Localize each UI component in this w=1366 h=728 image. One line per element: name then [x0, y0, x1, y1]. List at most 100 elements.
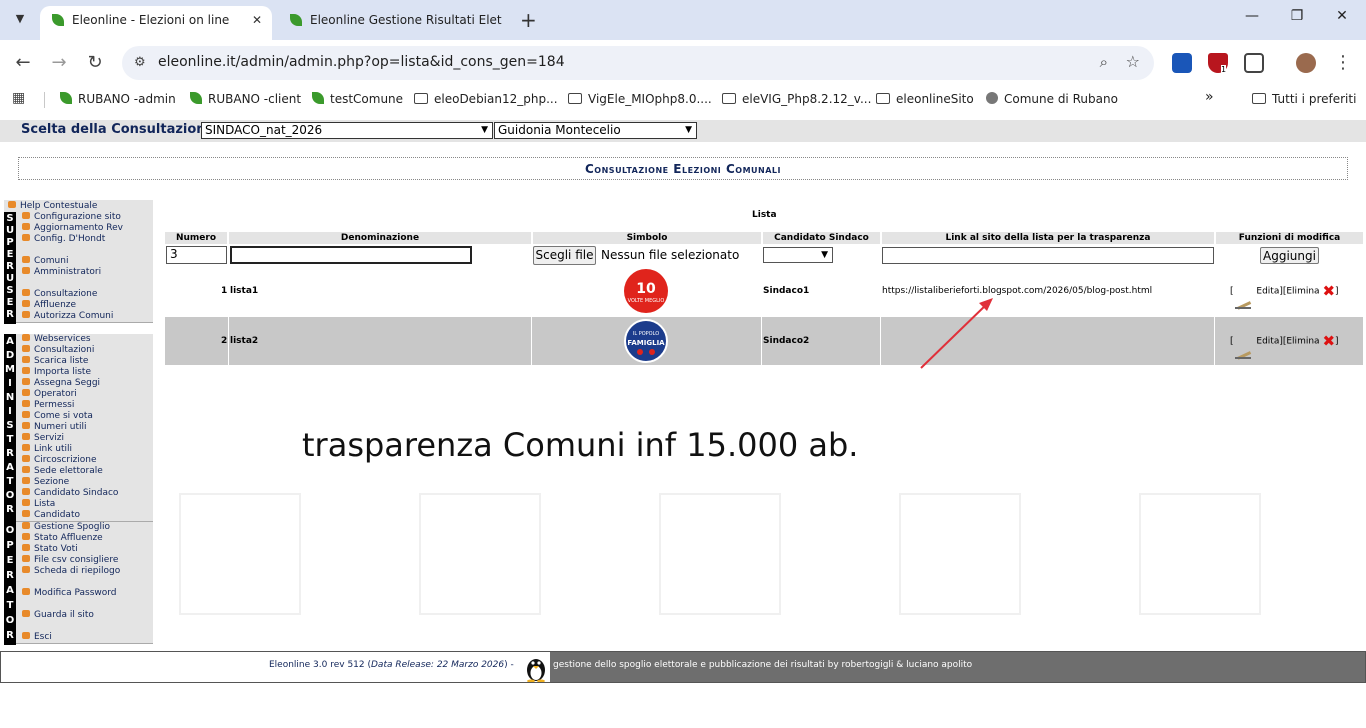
bookmark-item[interactable]: RUBANO -client: [190, 92, 301, 106]
minimize-icon[interactable]: —: [1240, 8, 1264, 24]
sidebar-item-file-csv-consigliere[interactable]: File csv consigliere: [16, 555, 153, 566]
menu-label: File csv consigliere: [34, 555, 119, 565]
zoom-icon[interactable]: ⌕: [1100, 53, 1108, 71]
edit-pencil-icon[interactable]: [1234, 284, 1254, 310]
sidebar-item-modifica-password[interactable]: Modifica Password: [16, 588, 153, 599]
sidebar-item-circoscrizione[interactable]: Circoscrizione: [16, 455, 153, 466]
sidebar-item-autorizza-comuni[interactable]: Autorizza Comuni: [16, 311, 153, 322]
bullet-icon: [22, 455, 30, 462]
sidebar-item-comuni[interactable]: Comuni: [16, 256, 153, 267]
delete-x-icon[interactable]: ✖: [1322, 267, 1335, 315]
bullet-icon: [22, 367, 30, 374]
sidebar-item-come-si-vota[interactable]: Come si vota: [16, 411, 153, 422]
sidebar-item-consultazioni[interactable]: Consultazioni: [16, 345, 153, 356]
sidebar-item-importa-liste[interactable]: Importa liste: [16, 367, 153, 378]
lista-title: Lista: [752, 210, 777, 220]
bullet-icon: [22, 311, 30, 318]
sidebar-item-config-d-hondt[interactable]: Config. D'Hondt: [16, 234, 153, 245]
all-bookmarks[interactable]: Tutti i preferiti: [1252, 92, 1356, 106]
apps-grid-icon[interactable]: ▦: [12, 90, 25, 106]
footer-credits: gestione dello spoglio elettorale e pubb…: [553, 660, 973, 670]
sidebar-item-stato-affluenze[interactable]: Stato Affluenze: [16, 533, 153, 544]
lista-logo: 10 VOLTE MEGLIO: [624, 269, 668, 313]
edit-link[interactable]: Edita: [1256, 287, 1279, 297]
link-input[interactable]: [882, 247, 1214, 264]
help-link[interactable]: Help Contestuale: [4, 200, 153, 212]
sidebar-item-servizi[interactable]: Servizi: [16, 433, 153, 444]
bookmark-item[interactable]: VigEle_MIOphp8.0....: [568, 92, 712, 106]
delete-x-icon[interactable]: ✖: [1322, 317, 1335, 365]
leaf-icon: [190, 92, 202, 104]
annotation-caption: trasparenza Comuni inf 15.000 ab.: [302, 426, 859, 464]
choose-file-button[interactable]: Scegli file: [533, 246, 596, 265]
sidebar-item-scheda-di-riepilogo[interactable]: Scheda di riepilogo: [16, 566, 153, 577]
sidebar-item-lista[interactable]: Lista: [16, 499, 153, 510]
sidebar-item-candidato-sindaco[interactable]: Candidato Sindaco: [16, 488, 153, 499]
restore-icon[interactable]: ❐: [1285, 8, 1309, 24]
sidebar-item-numeri-utili[interactable]: Numeri utili: [16, 422, 153, 433]
bullet-icon: [22, 267, 30, 274]
bookmark-item[interactable]: testComune: [312, 92, 403, 106]
puzzle-icon[interactable]: [1244, 53, 1264, 73]
avatar[interactable]: [1296, 53, 1316, 73]
numero-input[interactable]: 3: [166, 246, 227, 264]
sidebar-item-amministratori[interactable]: Amministratori: [16, 267, 153, 278]
aggiungi-button[interactable]: Aggiungi: [1260, 247, 1319, 264]
row-denominazione: lista1: [230, 286, 259, 296]
sidebar-item-esci[interactable]: Esci: [16, 632, 153, 643]
sidebar-item-webservices[interactable]: Webservices: [16, 334, 153, 345]
bullet-icon: [22, 555, 30, 562]
row-numero: 1: [221, 286, 228, 296]
sidebar-item-candidato[interactable]: Candidato: [16, 510, 153, 521]
tab-search-chevron-icon[interactable]: ▼: [8, 7, 32, 31]
url-text[interactable]: eleonline.it/admin/admin.php?op=lista&id…: [158, 54, 565, 70]
forward-icon[interactable]: →: [48, 52, 70, 74]
window-close-icon[interactable]: ✕: [1330, 8, 1354, 24]
sidebar-item-sezione[interactable]: Sezione: [16, 477, 153, 488]
back-icon[interactable]: ←: [12, 52, 34, 74]
bookmark-star-icon[interactable]: ☆: [1126, 52, 1140, 71]
sidebar-item-aggiornamento-rev[interactable]: Aggiornamento Rev: [16, 223, 153, 234]
version-end: ) -: [504, 660, 514, 670]
candidato-select[interactable]: ▼: [763, 247, 833, 263]
bookmark-item[interactable]: eleoDebian12_php...: [414, 92, 558, 106]
leaf-icon: [290, 14, 302, 26]
extension-icon[interactable]: [1172, 53, 1192, 73]
bookmark-item[interactable]: eleVIG_Php8.2.12_v...: [722, 92, 871, 106]
consultazione-select[interactable]: SINDACO_nat_2026 ▼: [201, 122, 493, 139]
sidebar-item-sede-elettorale[interactable]: Sede elettorale: [16, 466, 153, 477]
bookmarks-more-button[interactable]: »: [1205, 89, 1214, 105]
sidebar-item-gestione-spoglio[interactable]: Gestione Spoglio: [16, 522, 153, 533]
sidebar-item-consultazione[interactable]: Consultazione: [16, 289, 153, 300]
sidebar-item-link-utili[interactable]: Link utili: [16, 444, 153, 455]
edit-pencil-icon[interactable]: [1234, 334, 1254, 360]
delete-link[interactable]: Elimina: [1286, 287, 1319, 297]
tab-eleonline[interactable]: Eleonline - Elezioni on line ✕: [40, 6, 272, 40]
close-icon[interactable]: ✕: [252, 6, 262, 34]
reload-icon[interactable]: ↻: [84, 52, 106, 74]
tab-gestione-risultati[interactable]: Eleonline Gestione Risultati Elet: [278, 6, 510, 40]
address-bar[interactable]: ⚙ eleonline.it/admin/admin.php?op=lista&…: [122, 46, 1154, 80]
sidebar-item-guarda-il-sito[interactable]: Guarda il sito: [16, 610, 153, 621]
sidebar-item-permessi[interactable]: Permessi: [16, 400, 153, 411]
comune-select[interactable]: Guidonia Montecelio ▼: [494, 122, 697, 139]
sidebar-item-configurazione-sito[interactable]: Configurazione sito: [16, 212, 153, 223]
footer-version: Eleonline 3.0 rev 512 (Data Release: 22 …: [269, 660, 514, 670]
sidebar-item-scarica-liste[interactable]: Scarica liste: [16, 356, 153, 367]
col-link: Link al sito della lista per la traspare…: [882, 232, 1214, 244]
sidebar-item-assegna-seggi[interactable]: Assegna Seggi: [16, 378, 153, 389]
more-menu-icon[interactable]: ⋮: [1332, 52, 1354, 74]
sidebar-item-operatori[interactable]: Operatori: [16, 389, 153, 400]
bookmark-item[interactable]: Comune di Rubano: [986, 92, 1118, 106]
sidebar-item-stato-voti[interactable]: Stato Voti: [16, 544, 153, 555]
site-info-icon[interactable]: ⚙: [134, 55, 146, 70]
bookmark-item[interactable]: RUBANO -admin: [60, 92, 176, 106]
svg-text:IL POPOLO: IL POPOLO: [633, 331, 659, 337]
bullet-icon: [22, 466, 30, 473]
bookmark-item[interactable]: eleonlineSito: [876, 92, 974, 106]
edit-link[interactable]: Edita: [1256, 337, 1279, 347]
sidebar-item-affluenze[interactable]: Affluenze: [16, 300, 153, 311]
delete-link[interactable]: Elimina: [1286, 337, 1319, 347]
new-tab-icon[interactable]: +: [520, 6, 537, 34]
denominazione-input[interactable]: [230, 246, 472, 264]
